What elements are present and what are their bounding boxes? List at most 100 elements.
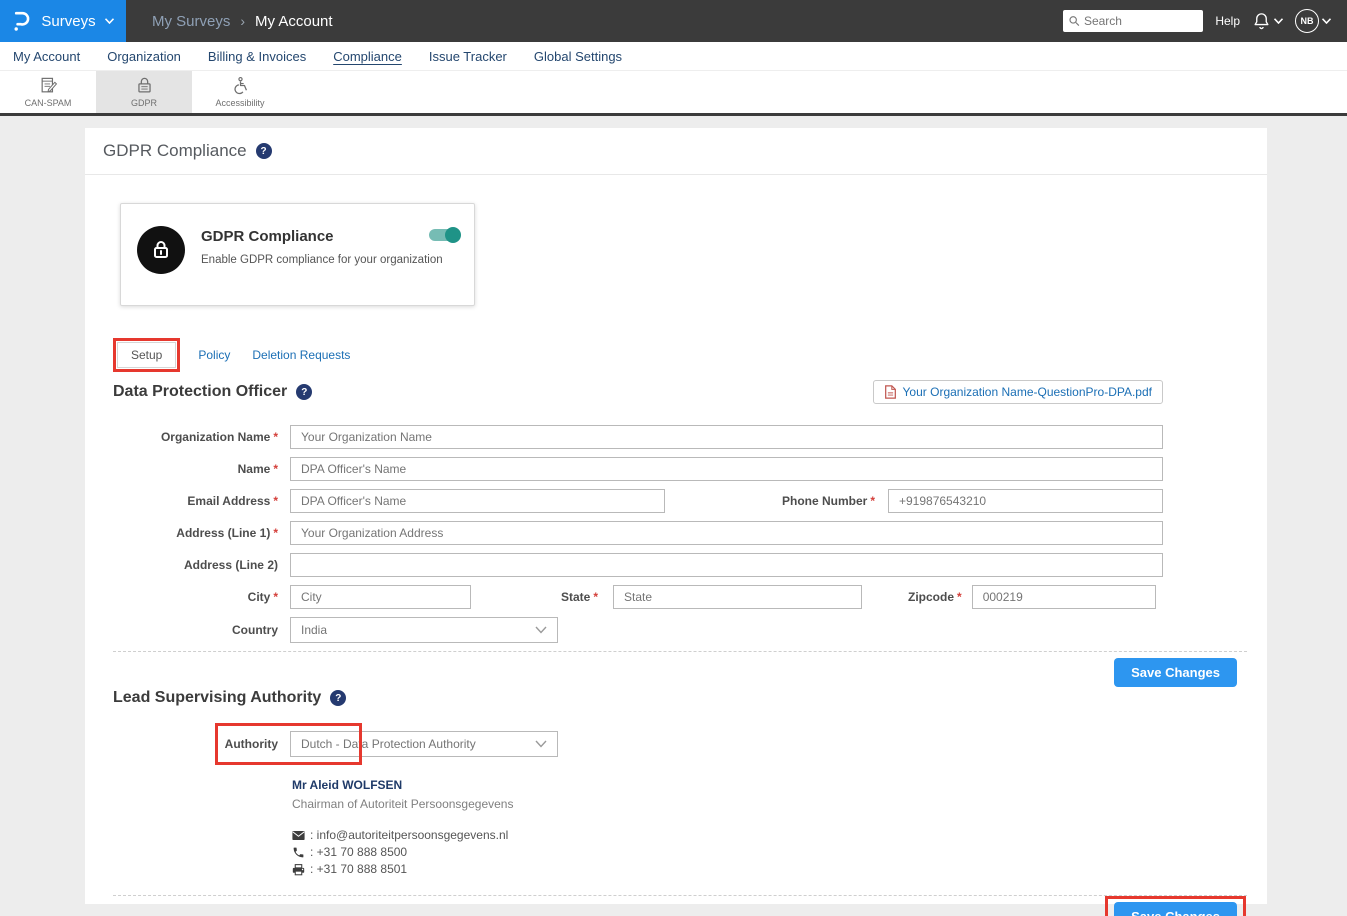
state-label: State* (561, 590, 598, 604)
address2-input[interactable] (290, 553, 1163, 577)
tab-policy[interactable]: Policy (198, 348, 230, 362)
lsa-help-icon[interactable]: ? (330, 690, 346, 706)
tab-billing-invoices[interactable]: Billing & Invoices (208, 49, 306, 64)
dpo-save-button[interactable]: Save Changes (1114, 658, 1237, 687)
state-input[interactable] (613, 585, 862, 609)
name-input[interactable] (290, 457, 1163, 481)
lsa-save-button[interactable]: Save Changes (1114, 902, 1237, 916)
name-label: Name* (113, 462, 278, 476)
organization-name-input[interactable] (290, 425, 1163, 449)
lsa-heading-text: Lead Supervising Authority (113, 689, 321, 707)
authority-contact-name: Mr Aleid WOLFSEN (292, 778, 1247, 792)
chevron-down-icon (535, 626, 547, 634)
tab-my-account[interactable]: My Account (13, 49, 80, 64)
dpo-help-icon[interactable]: ? (296, 384, 312, 400)
form-row-address2: Address (Line 2) (113, 553, 1163, 577)
toggle-knob (445, 227, 461, 243)
breadcrumb: My Surveys › My Account (152, 13, 333, 30)
help-link[interactable]: Help (1215, 14, 1240, 28)
tab-global-settings[interactable]: Global Settings (534, 49, 622, 64)
search-icon (1069, 15, 1080, 27)
gdpr-card-title: GDPR Compliance (201, 228, 443, 245)
address1-input[interactable] (290, 521, 1163, 545)
gdpr-toggle[interactable] (429, 229, 459, 241)
chevron-down-icon (1322, 18, 1331, 24)
dpo-save-row: Save Changes (113, 658, 1247, 687)
authority-phone-text: : +31 70 888 8500 (310, 845, 407, 859)
organization-name-label: Organization Name* (113, 430, 278, 444)
authority-row: Authority Dutch - Data Protection Author… (113, 731, 1247, 757)
form-row-country: Country India (113, 617, 1163, 643)
authority-fax-line: : +31 70 888 8501 (292, 862, 1247, 876)
pdf-file-icon (884, 385, 897, 399)
gdpr-card-text: GDPR Compliance Enable GDPR compliance f… (201, 226, 443, 305)
avatar: NB (1295, 9, 1319, 33)
subtab-label: CAN-SPAM (25, 98, 72, 108)
subtab-label: GDPR (131, 98, 157, 108)
tab-organization[interactable]: Organization (107, 49, 181, 64)
email-input[interactable] (290, 489, 665, 513)
country-select[interactable]: India (290, 617, 558, 643)
form-row-email-phone: Email Address* Phone Number* (113, 489, 1163, 513)
product-switcher[interactable]: Surveys (0, 0, 126, 42)
chevron-down-icon (105, 18, 114, 24)
authority-contact-role: Chairman of Autoriteit Persoonsgegevens (292, 797, 1247, 811)
breadcrumb-my-surveys[interactable]: My Surveys (152, 13, 230, 30)
gdpr-compliance-panel: GDPR Compliance ? GDPR Compliance Enable… (85, 128, 1267, 904)
subtab-can-spam[interactable]: CAN-SPAM (0, 71, 96, 113)
fax-icon (292, 863, 305, 876)
document-pencil-icon (39, 76, 58, 95)
phone-icon (292, 846, 305, 859)
tab-setup-label: Setup (131, 348, 162, 362)
lsa-header-row: Lead Supervising Authority ? (113, 689, 1247, 707)
city-input[interactable] (290, 585, 471, 609)
chevron-down-icon (535, 740, 547, 748)
tab-deletion-requests[interactable]: Deletion Requests (252, 348, 350, 362)
authority-email-text: : info@autoriteitpersoonsgegevens.nl (310, 828, 508, 842)
phone-input[interactable] (888, 489, 1163, 513)
tab-compliance[interactable]: Compliance (333, 49, 402, 64)
dpo-heading-text: Data Protection Officer (113, 383, 287, 401)
lock-icon (149, 238, 173, 262)
section-divider (113, 895, 1247, 896)
address2-label: Address (Line 2) (113, 558, 278, 572)
notifications-button[interactable] (1252, 11, 1283, 31)
page-help-icon[interactable]: ? (256, 143, 272, 159)
dpo-section: Data Protection Officer ? Your Organizat… (85, 380, 1267, 687)
breadcrumb-my-account: My Account (255, 13, 333, 30)
subtab-accessibility[interactable]: Accessibility (192, 71, 288, 113)
lsa-save-row: Save Changes (113, 902, 1247, 916)
zipcode-input[interactable] (972, 585, 1156, 609)
dpo-form: Organization Name* Name* Email Address* … (113, 425, 1163, 643)
email-label: Email Address* (113, 494, 278, 508)
zipcode-label: Zipcode* (908, 590, 962, 604)
form-row-address1: Address (Line 1)* (113, 521, 1163, 545)
section-divider (113, 651, 1247, 652)
lock-badge (137, 226, 185, 274)
bell-icon (1252, 11, 1271, 31)
breadcrumb-separator: › (240, 13, 245, 29)
address1-label: Address (Line 1)* (113, 526, 278, 540)
lsa-heading: Lead Supervising Authority ? (113, 689, 346, 707)
authority-select[interactable]: Dutch - Data Protection Authority (290, 731, 558, 757)
country-label: Country (113, 623, 278, 637)
header-actions: Help NB (1063, 9, 1347, 33)
gdpr-inner-tabs: Setup Policy Deletion Requests (117, 342, 1267, 368)
dpa-pdf-label: Your Organization Name-QuestionPro-DPA.p… (903, 385, 1152, 399)
city-label: City* (113, 590, 278, 604)
search-box[interactable] (1063, 10, 1203, 32)
tab-setup[interactable]: Setup (117, 342, 176, 368)
compliance-subtabs: CAN-SPAM GDPR Accessibility (0, 71, 1347, 116)
page-title-row: GDPR Compliance ? (85, 128, 1267, 175)
search-input[interactable] (1084, 14, 1197, 28)
user-menu[interactable]: NB (1295, 9, 1331, 33)
wheelchair-icon (231, 76, 250, 95)
phone-label: Phone Number* (782, 494, 875, 508)
account-nav-tabs: My Account Organization Billing & Invoic… (0, 42, 1347, 71)
authority-phone-line: : +31 70 888 8500 (292, 845, 1247, 859)
lsa-section: Lead Supervising Authority ? Authority D… (85, 689, 1267, 916)
subtab-gdpr[interactable]: GDPR (96, 71, 192, 113)
top-header: Surveys My Surveys › My Account Help (0, 0, 1347, 42)
dpa-pdf-button[interactable]: Your Organization Name-QuestionPro-DPA.p… (873, 380, 1163, 404)
tab-issue-tracker[interactable]: Issue Tracker (429, 49, 507, 64)
